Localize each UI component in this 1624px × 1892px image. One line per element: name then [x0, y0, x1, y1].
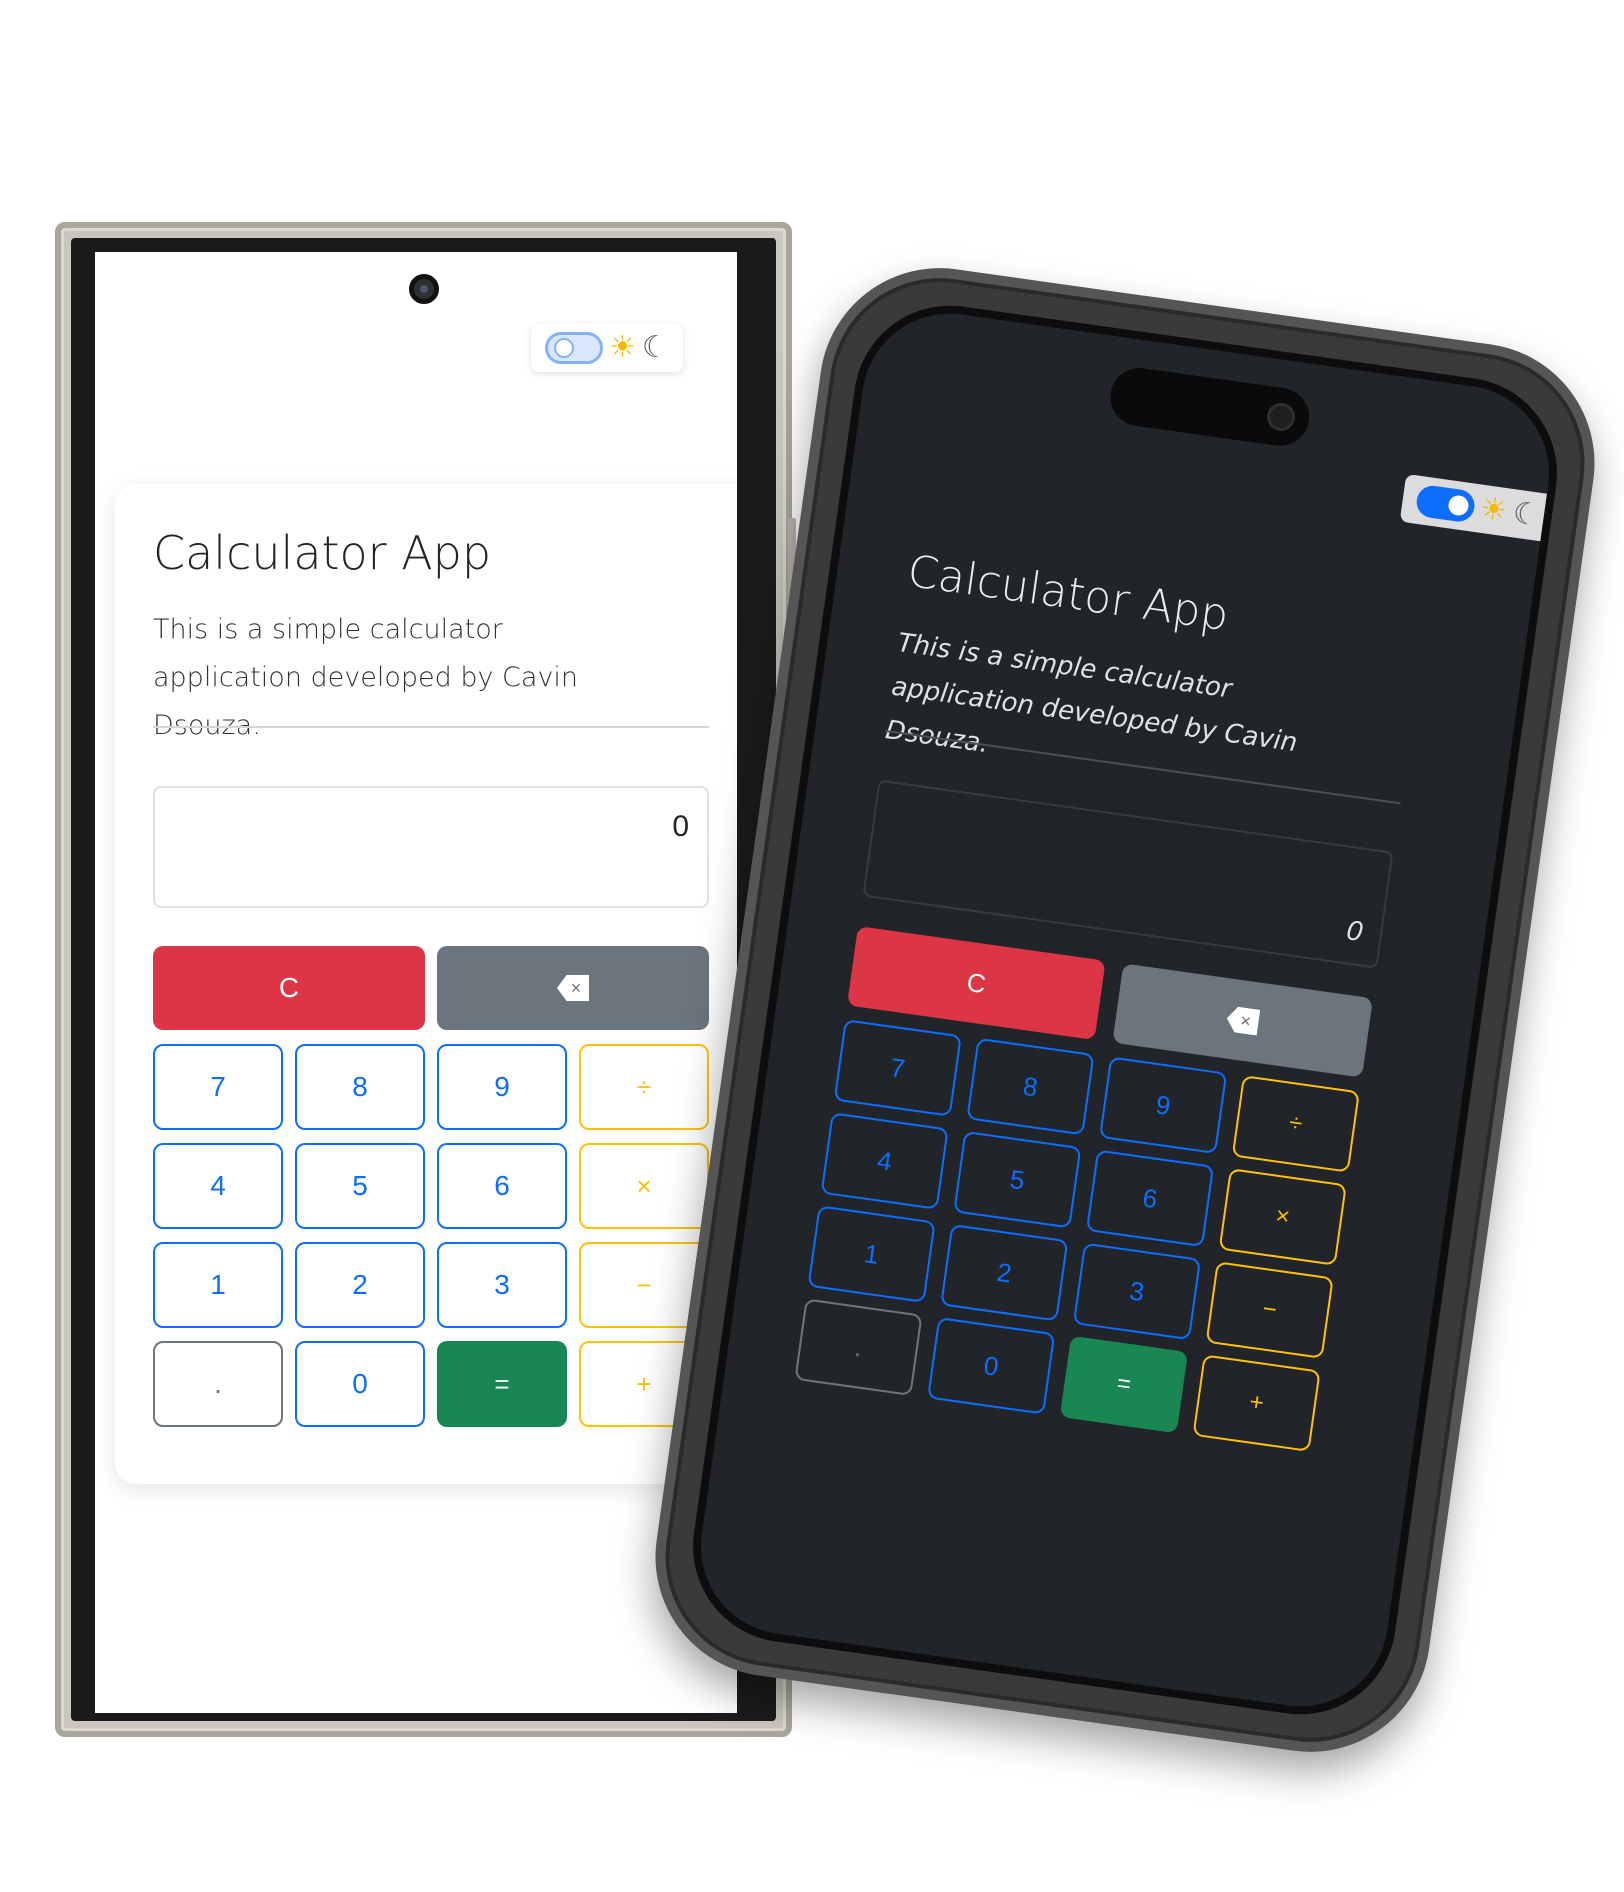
digit-6-button[interactable]: 6 [437, 1143, 567, 1229]
equals-button[interactable]: = [437, 1341, 567, 1427]
calculator-display: 0 [153, 786, 709, 908]
digit-6-button[interactable]: 6 [1085, 1149, 1215, 1248]
dark-screen: ☀ ☾ Calculator App This is a simple calc… [680, 293, 1570, 1727]
digit-2-button[interactable]: 2 [940, 1223, 1069, 1322]
digit-1-button[interactable]: 1 [807, 1205, 936, 1303]
digit-1-button[interactable]: 1 [153, 1242, 283, 1328]
digit-3-button[interactable]: 3 [437, 1242, 567, 1328]
sun-icon: ☀ [1477, 490, 1510, 530]
theme-toggle[interactable]: ☀ ☾ [1399, 473, 1557, 543]
backspace-button[interactable]: × [437, 946, 709, 1030]
clear-button[interactable]: C [846, 926, 1106, 1041]
digit-7-button[interactable]: 7 [833, 1019, 962, 1117]
decimal-button[interactable]: . [794, 1298, 923, 1397]
digit-5-button[interactable]: 5 [953, 1130, 1082, 1229]
sun-icon: ☀ [609, 330, 636, 365]
add-button[interactable]: + [1192, 1354, 1321, 1452]
equals-button[interactable]: = [1059, 1335, 1189, 1434]
subtract-button[interactable]: − [1205, 1261, 1334, 1359]
theme-toggle[interactable]: ☀ ☾ [531, 324, 683, 372]
app-description: This is a simple calculator application … [153, 614, 579, 741]
clear-button[interactable]: C [153, 946, 425, 1030]
digit-0-button[interactable]: 0 [927, 1317, 1056, 1415]
digit-4-button[interactable]: 4 [153, 1143, 283, 1229]
calculator-card: Calculator App This is a simple calculat… [115, 484, 737, 1484]
moon-icon: ☾ [641, 330, 669, 365]
moon-icon: ☾ [1510, 495, 1542, 534]
calculator-card: Calculator App This is a simple calculat… [754, 505, 1501, 1533]
backspace-icon: × [557, 975, 589, 1001]
theme-switch[interactable] [1414, 483, 1477, 524]
divider [153, 726, 709, 728]
multiply-button[interactable]: × [1218, 1168, 1347, 1266]
digit-3-button[interactable]: 3 [1072, 1242, 1202, 1341]
switch-knob [1447, 494, 1470, 517]
dynamic-island [1106, 364, 1313, 450]
digit-0-button[interactable]: 0 [295, 1341, 425, 1427]
light-screen: ☀ ☾ Calculator App This is a simple calc… [95, 252, 737, 1713]
camera-lens-icon [1265, 401, 1297, 433]
decimal-button[interactable]: . [153, 1341, 283, 1427]
digit-2-button[interactable]: 2 [295, 1242, 425, 1328]
divide-button[interactable]: ÷ [1231, 1075, 1360, 1173]
digit-7-button[interactable]: 7 [153, 1044, 283, 1130]
digit-9-button[interactable]: 9 [437, 1044, 567, 1130]
digit-8-button[interactable]: 8 [966, 1037, 1095, 1136]
backspace-button[interactable]: × [1112, 963, 1374, 1078]
backspace-icon: × [1225, 1005, 1260, 1035]
digit-5-button[interactable]: 5 [295, 1143, 425, 1229]
theme-switch[interactable] [545, 332, 603, 364]
divide-button[interactable]: ÷ [579, 1044, 709, 1130]
app-title: Calculator App [153, 526, 492, 580]
multiply-button[interactable]: × [579, 1143, 709, 1229]
digit-4-button[interactable]: 4 [820, 1112, 949, 1210]
switch-knob [554, 338, 574, 358]
digit-9-button[interactable]: 9 [1098, 1056, 1228, 1155]
front-camera-icon [409, 274, 439, 304]
digit-8-button[interactable]: 8 [295, 1044, 425, 1130]
app-title: Calculator App [904, 545, 1232, 642]
